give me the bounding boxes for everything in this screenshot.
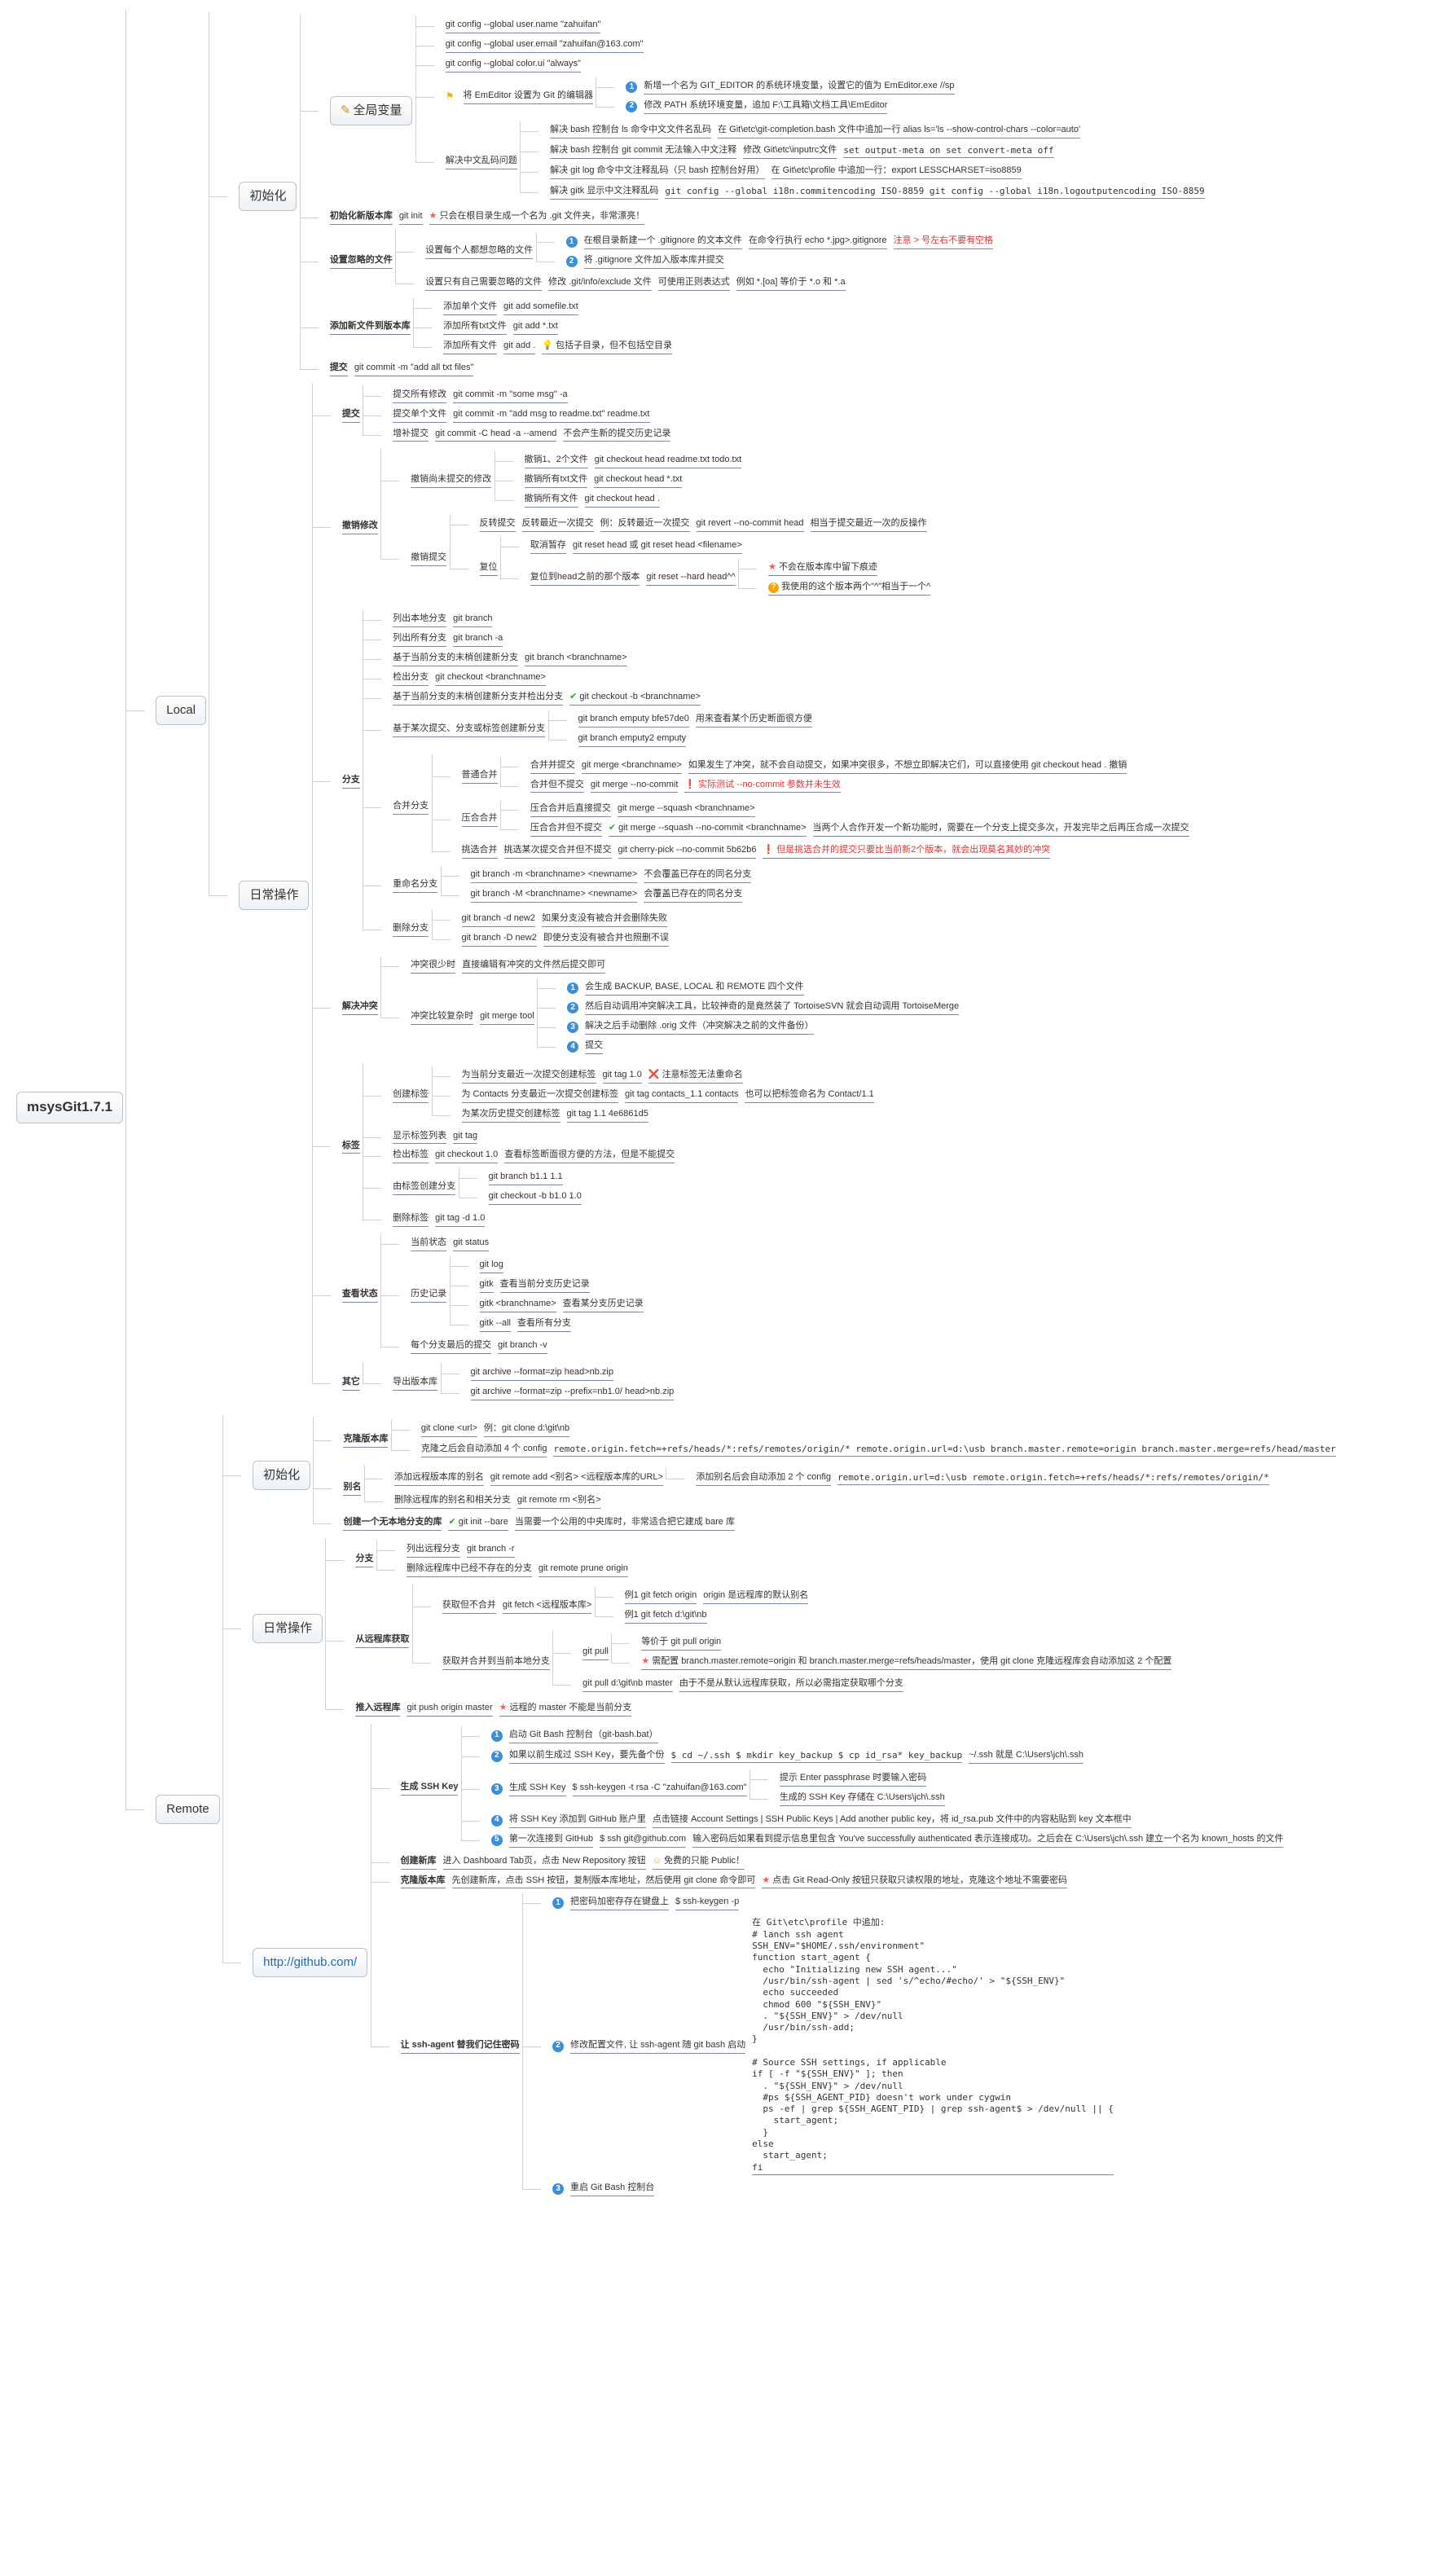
- ignA2: 将 .gitignore 文件加入版本库并提交: [584, 254, 724, 269]
- chs: 解决中文乱码问题: [446, 155, 517, 169]
- addNew: 添加新文件到版本库: [330, 320, 411, 335]
- r-init: 初始化: [253, 1461, 310, 1490]
- ignore: 设置忽略的文件: [330, 254, 393, 269]
- local: Local: [156, 696, 206, 725]
- initNote: 只会在根目录生成一个名为 .git 文件夹，非常漂亮！: [429, 210, 645, 225]
- global: 全局变量: [330, 96, 413, 125]
- github[interactable]: http://github.com/: [253, 1948, 367, 1977]
- ignA: 设置每个人都想忽略的文件: [425, 244, 533, 259]
- ignBb: 修改 .git/info/exclude 文件: [548, 276, 652, 291]
- g4a: 将 EmEditor 设置为 Git 的编辑器: [464, 90, 594, 104]
- ignA1: 在根目录新建一个 .gitignore 的文本文件: [584, 235, 742, 249]
- num-1: 1: [626, 81, 637, 93]
- chs3: 解决 git log 命令中文注释乱码（只 bash 控制台好用）: [550, 165, 764, 179]
- chs1b: 在 Git\etc\git-completion.bash 文件中追加一行 al…: [718, 124, 1080, 138]
- chs4: 解决 gitk 显示中文注释乱码: [550, 185, 658, 200]
- chs4b: git config --global i18n.commitencoding …: [665, 186, 1204, 199]
- l-daily: 日常操作: [239, 881, 309, 910]
- flag-icon: [446, 90, 457, 103]
- ignA1b: 在命令行执行 echo *.jpg>.gitignore: [749, 235, 887, 249]
- chs2c: set output-meta on set convert-meta off: [843, 145, 1053, 158]
- chs2b: 修改 Git\etc\inputrc文件: [743, 144, 837, 159]
- r-daily: 日常操作: [253, 1614, 323, 1643]
- root: msysGit1.7.1: [16, 1092, 123, 1123]
- g2: git config --global user.email "zahuifan…: [446, 38, 644, 53]
- l-init: 初始化: [239, 182, 297, 211]
- remote: Remote: [156, 1795, 220, 1824]
- chs2: 解决 bash 控制台 git commit 无法输入中文注释: [550, 144, 736, 159]
- chs1: 解决 bash 控制台 ls 命令中文文件名乱码: [550, 124, 711, 138]
- num-2: 2: [626, 101, 637, 112]
- initCmd: git init: [399, 210, 423, 225]
- chs3b: 在 Git\etc\profile 中追加一行：export LESSCHARS…: [771, 165, 1022, 179]
- g4-1: 新增一个名为 GIT_EDITOR 的系统环境变量，设置它的值为 EmEdito…: [644, 80, 954, 95]
- g4-2: 修改 PATH 系统环境变量，追加 F:\工具箱\文档工具\EmEditor: [644, 99, 887, 114]
- g1: git config --global user.name "zahuifan": [446, 19, 601, 33]
- ignA1c: 注意 > 号左右不要有空格: [894, 235, 994, 249]
- ignBc: 可使用正则表达式: [658, 276, 730, 291]
- g3: git config --global color.ui "always": [446, 58, 581, 73]
- initRepo: 初始化新版本库: [330, 210, 393, 225]
- ignBd: 例如 *.[oa] 等价于 *.o 和 *.a: [736, 276, 846, 291]
- ignB: 设置只有自己需要忽略的文件: [425, 276, 542, 291]
